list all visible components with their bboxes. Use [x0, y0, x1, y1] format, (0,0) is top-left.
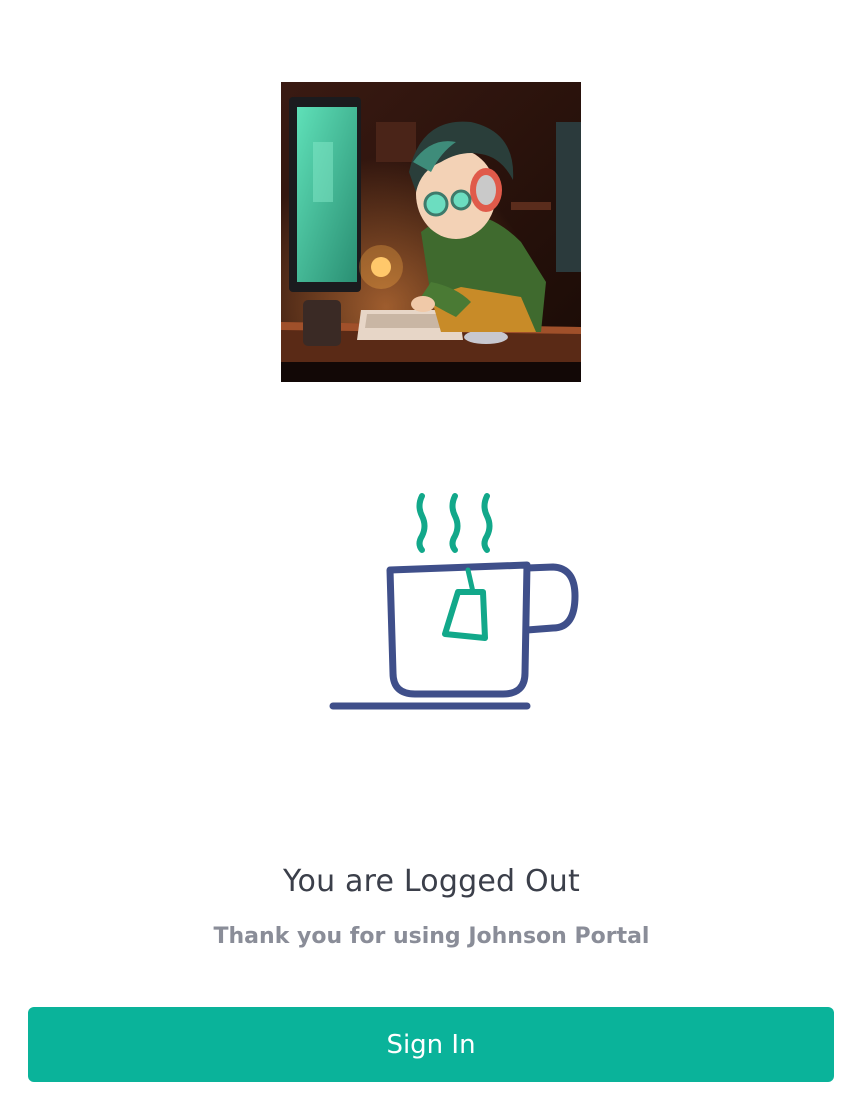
tea-bag-string: [465, 567, 476, 595]
steam-icon: [449, 493, 461, 553]
steam-icon: [481, 493, 493, 553]
cup-body: [386, 561, 531, 698]
coffee-cup-icon: [329, 493, 579, 710]
page-title: You are Logged Out: [283, 864, 580, 899]
cup-handle: [526, 563, 579, 634]
steam-icon: [416, 493, 428, 553]
avatar-image: [281, 82, 581, 382]
page-subtitle: Thank you for using Johnson Portal: [213, 924, 650, 949]
sign-in-button-label: Sign In: [386, 1029, 476, 1060]
tea-bag-tag: [442, 589, 488, 641]
sign-in-button[interactable]: Sign In: [28, 1007, 834, 1082]
